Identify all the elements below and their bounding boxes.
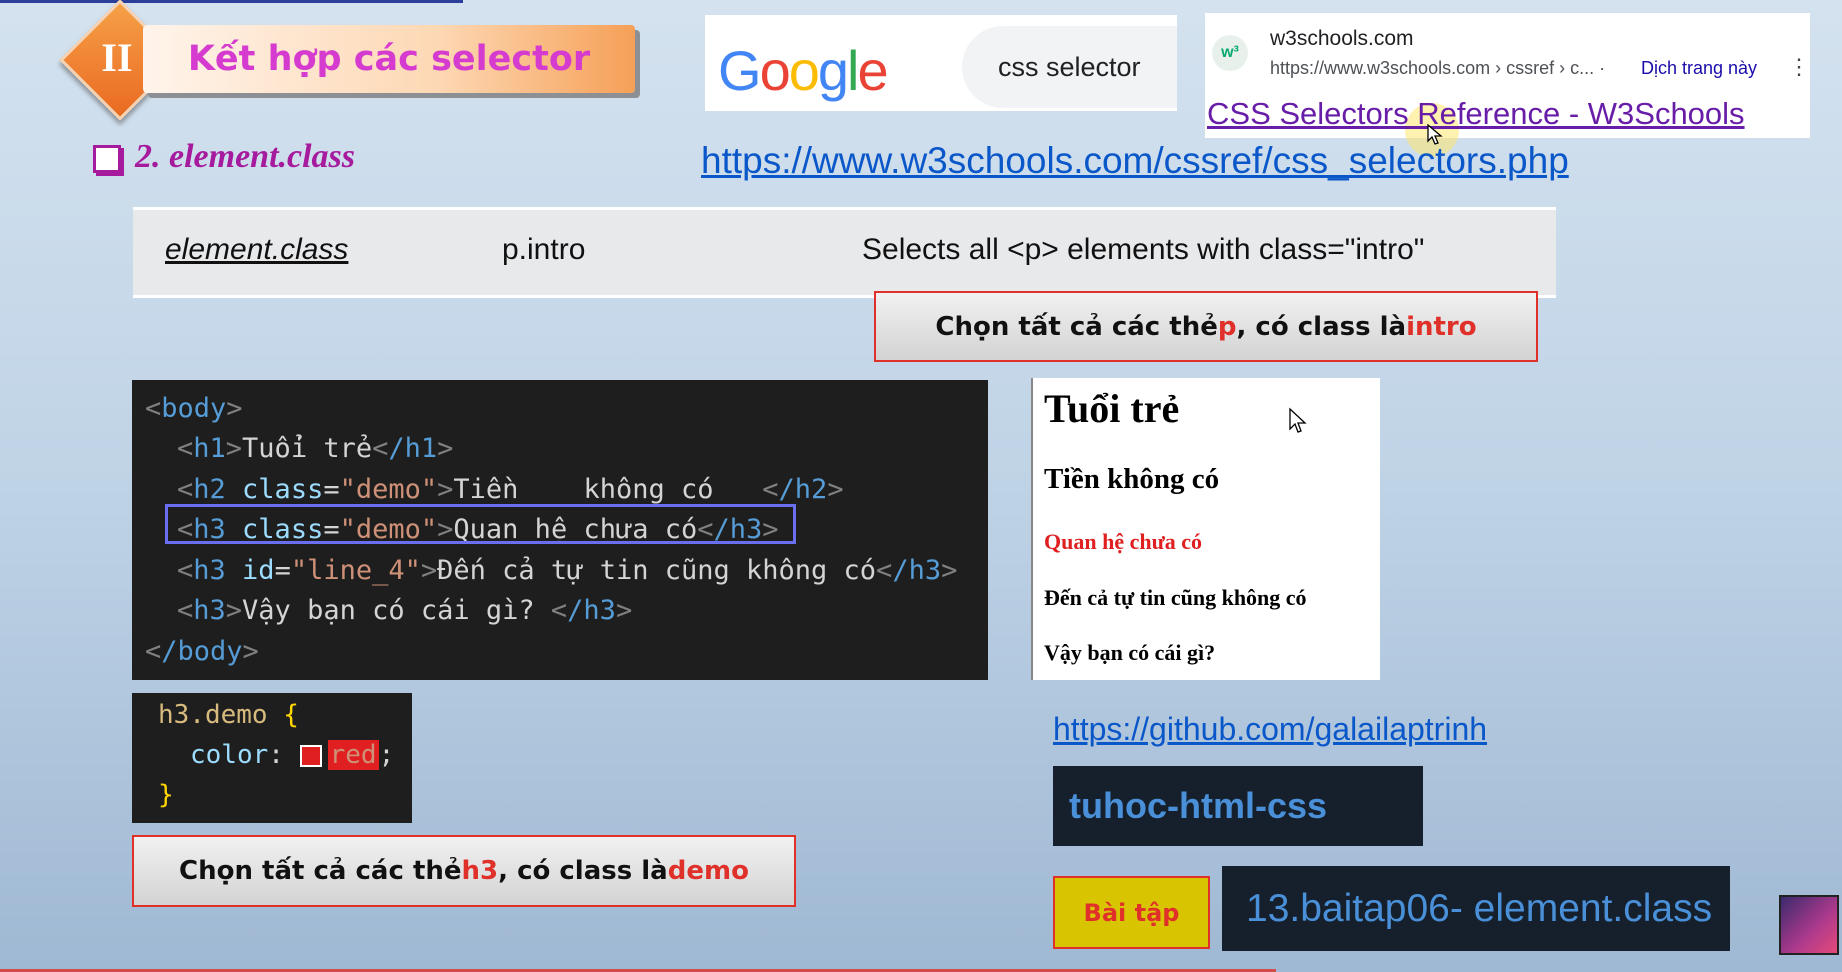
preview-h1: Tuổi trẻ [1044,386,1180,431]
reference-description-cell: Selects all <p> elements with class="int… [862,233,1425,266]
result-title-link[interactable]: CSS Selectors Reference - W3Schools [1207,96,1745,132]
preview-h3-last: Vậy bạn có cái gì? [1044,640,1216,665]
search-input[interactable]: css selector [962,26,1177,108]
note-text: , có class là [1236,311,1407,342]
google-logo-letter: o [788,39,820,102]
css-rule-selector: h3.demo { [158,700,299,730]
top-accent-line [0,0,463,3]
note-class: demo [667,856,749,886]
note-text: Chọn tất cả các thẻ [179,856,462,886]
note-select-p-intro: Chọn tất cả các thẻ p, có class là intro [874,291,1538,362]
google-logo-letter: g [817,39,849,102]
more-options-icon[interactable]: ⋮ [1788,56,1810,78]
code-line-h3-last: <h3>Vậy bạn có cái gì? </h3> [177,595,633,626]
slide-title: Kết hợp các selector [143,25,635,93]
section-number: II [101,34,133,80]
code-line-highlight [165,504,796,544]
exercise-button[interactable]: Bài tập [1053,876,1210,949]
section-heading: 2. element.class [135,138,356,175]
css-color-value: red [327,740,379,770]
channel-avatar[interactable] [1779,895,1839,955]
note-text: Chọn tất cả các thẻ [935,311,1218,342]
code-line-body-open: <body> [145,393,243,424]
note-tag: p [1217,311,1237,342]
mouse-pointer-icon [1289,407,1307,433]
color-swatch-icon [299,744,322,767]
google-logo-letter: G [718,39,762,102]
w3schools-favicon-icon: w³ [1212,35,1248,71]
reference-selector-cell[interactable]: element.class [165,233,348,267]
note-text: , có class là [498,856,668,886]
code-line-body-close: </body> [145,636,259,667]
reference-example-cell: p.intro [502,233,586,266]
note-tag: h3 [461,856,499,886]
code-line-h1: <h1>Tuổi trẻ</h1> [177,433,454,464]
exercise-file-label: 13.baitap06- element.class [1222,866,1730,951]
repo-name-label: tuhoc-html-css [1053,766,1423,846]
css-rule-declaration: color: red; [190,740,395,770]
result-site-name[interactable]: w3schools.com [1270,27,1414,51]
note-select-h3-demo: Chọn tất cả các thẻ h3, có class là demo [132,835,796,907]
preview-h2: Tiền không có [1044,463,1220,495]
preview-h3-line4: Đến cả tự tin cũng không có [1044,585,1307,610]
checkbox-bullet-icon [93,145,121,173]
note-class: intro [1406,311,1477,342]
preview-h3-demo: Quan hệ chưa có [1044,529,1203,554]
code-line-h2: <h2 class="demo">Tiền không có </h2> [177,474,844,505]
google-logo-letter: l [847,39,860,102]
google-logo-letter: e [857,39,888,102]
css-rule-close: } [158,780,174,810]
google-logo: Google [718,38,889,103]
github-link[interactable]: https://github.com/galailaptrinh [1053,711,1487,748]
google-logo-letter: o [759,39,791,102]
code-line-h3-id: <h3 id="line_4">Đến cả tự tin cũng không… [177,555,958,586]
w3schools-reference-link[interactable]: https://www.w3schools.com/cssref/css_sel… [701,140,1569,182]
result-breadcrumb-url[interactable]: https://www.w3schools.com › cssref › c..… [1270,58,1605,79]
translate-page-link[interactable]: Dịch trang này [1641,58,1757,79]
